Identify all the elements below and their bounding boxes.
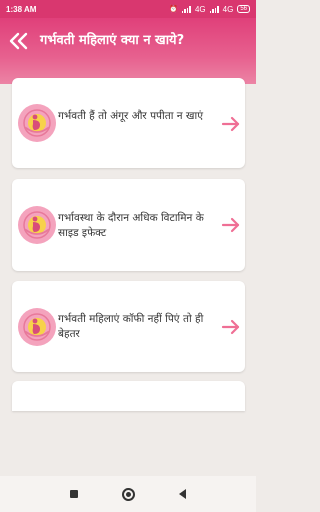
arrow-right-icon [221,217,240,233]
arrow-right-icon [221,116,240,132]
recents-icon[interactable] [70,490,78,498]
home-icon[interactable] [122,487,135,501]
status-bar: 1:38 AM ⏰ 4G 4G 56 [0,0,256,18]
article-title: गर्भवती महिलाएं कॉफी नहीं पिएं तो ही बेह… [58,313,204,340]
signal-icon [181,5,191,13]
article-card[interactable]: गर्भवती महिलाएं कॉफी नहीं पिएं तो ही बेह… [12,281,245,372]
alarm-icon: ⏰ [169,6,178,13]
signal-icon-2 [209,5,219,13]
article-card[interactable]: गर्भावस्था के दौरान अधिक विटामिन के साइड… [12,179,245,271]
article-title: गर्भवती हैं तो अंगूर और पपीता न खाएं [58,110,204,122]
network-type-2: 4G [222,4,234,14]
page-title: गर्भवती महिलाएं क्या न खाये? [40,33,185,48]
article-title: गर्भावस्था के दौरान अधिक विटामिन के साइड… [58,212,204,239]
back-button[interactable] [8,32,30,50]
pregnant-woman-logo-icon [18,206,56,244]
back-triangle-icon[interactable] [179,489,186,499]
arrow-right-icon [221,319,240,335]
pregnant-woman-logo-icon [18,308,56,346]
system-nav-bar [0,476,256,512]
article-card-partial[interactable] [12,381,245,411]
app-header: गर्भवती महिलाएं क्या न खाये? [0,18,256,84]
pregnant-woman-logo-icon [18,104,56,142]
status-icons: ⏰ 4G 4G 56 [169,5,250,14]
article-card[interactable]: गर्भवती हैं तो अंगूर और पपीता न खाएं [12,78,245,168]
status-time: 1:38 AM [6,4,37,14]
network-type-1: 4G [194,4,206,14]
battery-icon: 56 [237,5,250,13]
double-chevron-left-icon [9,32,28,50]
